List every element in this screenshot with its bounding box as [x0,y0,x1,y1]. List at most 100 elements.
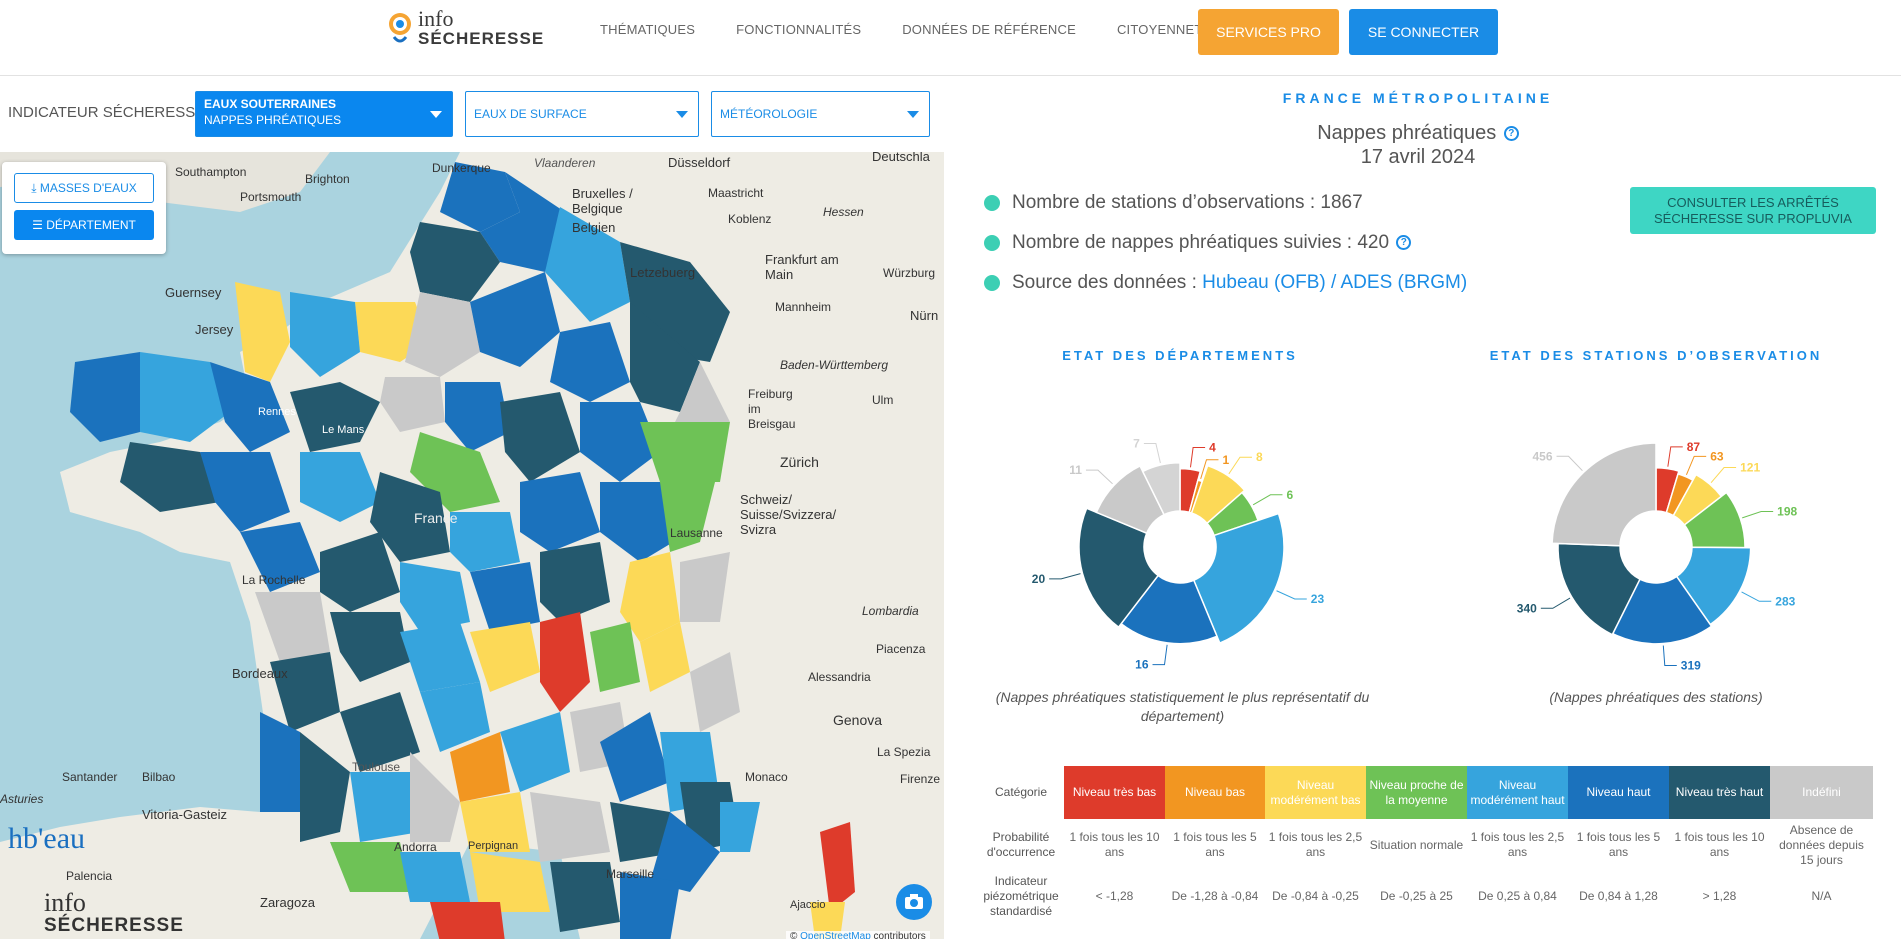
legend-probability-cell: Absence de données depuis 15 jours [1779,822,1864,867]
map-label-asturies: Asturies [0,792,44,806]
select-eaux-souterraines[interactable]: EAUX SOUTERRAINES NAPPES PHRÉATIQUES [195,91,453,137]
stat-nappes: Nombre de nappes phréatiques suivies : 4… [984,232,1412,254]
map-label-dusseldorf: Düsseldorf [668,155,731,170]
map-info-secheresse-logo: info SÉCHERESSE [10,890,184,936]
donut-value-label: 198 [1777,504,1797,518]
map-label-france: France [414,510,458,526]
donut-value-label: 4 [1209,441,1216,455]
map-label-perpignan: Perpignan [468,840,519,852]
department[interactable] [620,872,680,939]
donut-slice[interactable] [1551,442,1657,547]
ofb-link[interactable]: OFB [1280,272,1319,293]
map-label-la-rochelle: La Rochelle [242,573,306,587]
hubeau-link[interactable]: Hubeau [1202,272,1269,293]
caret-down-icon [430,111,442,118]
download-icon: ⤓ [31,180,40,195]
masses-deaux-button[interactable]: ⤓ MASSES D'EAUX [14,173,154,203]
legend-rowhead: Catégorie [994,785,1048,799]
department[interactable] [530,792,610,862]
donut-leader-line [1228,456,1252,475]
masses-deaux-label: MASSES D'EAUX [39,180,137,195]
legend-probability-cell: 1 fois tous les 5 ans [1173,830,1257,859]
map-label-vitoria: Vitoria-Gasteiz [142,807,228,822]
legend-ips-cell: De -0,25 à 25 [1380,888,1453,903]
propluvia-button[interactable]: CONSULTER LES ARRÊTÉS SÉCHERESSE SUR PRO… [1630,187,1876,234]
legend-probability-cell: 1 fois tous les 10 ans [1069,830,1160,859]
donut-value-label: 456 [1532,449,1552,463]
osm-attribution: © OpenStreetMap contributors [786,931,930,939]
map-label-schweiz: Schweiz/ Suisse/Svizzera/ Svizra [740,492,837,537]
donut-leader-line [1276,590,1307,600]
donut-leader-line [1685,455,1707,475]
map-label-piacenza: Piacenza [876,642,926,656]
select-3-label: MÉTÉOROLOGIE [720,107,818,121]
donut-value-label: 8 [1256,450,1263,464]
departements-donut-chart[interactable]: 41 8 6 23 16 20 11 7 [1020,395,1340,680]
legend-rowhead: Indicateur piézométrique standardisé [983,873,1059,918]
donut-value-label: 23 [1311,592,1325,606]
services-pro-button[interactable]: SERVICES PRO [1198,9,1339,55]
openstreetmap-link[interactable]: OpenStreetMap [800,931,871,939]
source-prefix: Source des données : [1012,272,1203,293]
map-label-le-mans: Le Mans [322,424,365,436]
select-1-line-2: NAPPES PHRÉATIQUES [204,113,342,127]
propluvia-line-1: CONSULTER LES ARRÊTÉS [1667,194,1839,210]
map-label-genova: Genova [833,712,883,728]
info-secheresse-logo[interactable]: info SÉCHERESSE [386,8,544,47]
caret-down-icon [676,111,688,118]
map-label-monaco: Monaco [745,770,788,784]
screenshot-camera-button[interactable] [896,884,932,920]
ades-link[interactable]: ADES [1341,272,1393,293]
stations-donut-chart[interactable]: 87 63 121 198 283 319 340 456 [1496,395,1816,680]
map-label-nurn: Nürn [910,308,939,323]
legend-row-ips: Indicateur piézométrique standardisé < -… [978,871,1873,921]
nav-fonctionnalites[interactable]: FONCTIONNALITÉS [736,22,861,37]
donut-value-label: 63 [1710,449,1724,463]
chart-title-departements: ETAT DES DÉPARTEMENTS [1062,348,1298,363]
map-view[interactable]: Southampton Brighton Portsmouth Guernsey… [0,152,944,939]
map-label-brighton: Brighton [305,172,350,186]
department[interactable] [350,772,420,842]
source-sep: ) / [1319,272,1341,293]
map-label-freiburg: Freiburg im Breisgau [748,387,796,431]
donut-leader-line [1049,573,1081,580]
nav-thematiques[interactable]: THÉMATIQUES [600,22,695,37]
map-label-baden: Baden-Württemberg [780,358,889,372]
map-label-guernsey: Guernsey [165,285,222,300]
donut-value-label: 16 [1135,658,1149,672]
legend-probability-cell: 1 fois tous les 5 ans [1576,830,1661,859]
legend-category-cell: Niveau modérément haut [1467,766,1568,819]
department[interactable] [70,352,140,442]
legend-ips-cell: N/A [1811,888,1832,903]
main-nav: THÉMATIQUES FONCTIONNALITÉS DONNÉES DE R… [600,22,1252,37]
select-meteorologie[interactable]: MÉTÉOROLOGIE [711,91,930,137]
map-label-lombardia: Lombardia [862,604,919,618]
source-paren-close: ) [1460,272,1468,293]
map-label-mannheim: Mannheim [775,300,832,314]
donut-value-label: 6 [1286,488,1293,502]
select-eaux-de-surface[interactable]: EAUX DE SURFACE [465,91,699,137]
map-label-dunkerque: Dunkerque [432,161,491,175]
attribution-suffix: contributors [873,931,926,939]
donut-leader-line [1662,645,1677,666]
stat-nappes-text: Nombre de nappes phréatiques suivies : 4… [1012,232,1390,253]
departement-button[interactable]: ☰ DÉPARTEMENT [14,210,154,240]
donut-value-label: 283 [1775,594,1795,608]
legend-row-probability: Probabilité d'occurrence 1 fois tous les… [978,819,1873,871]
se-connecter-button[interactable]: SE CONNECTER [1349,9,1498,55]
map-label-palencia: Palencia [66,869,113,883]
donut-leader-line [1085,469,1113,485]
indicator-label: INDICATEUR SÉCHERESSE : [8,104,214,121]
map-layer-panel: ⤓ MASSES D'EAUX ☰ DÉPARTEMENT [2,162,166,254]
stat-stations: Nombre de stations d’observations : 1867 [984,192,1363,214]
brgm-link[interactable]: BRGM [1404,272,1461,293]
department[interactable] [400,852,470,902]
help-icon[interactable]: ? [1503,126,1519,142]
help-icon[interactable]: ? [1396,235,1412,251]
legend-probability-cell: 1 fois tous les 10 ans [1674,830,1765,859]
nav-donnees-reference[interactable]: DONNÉES DE RÉFÉRENCE [902,22,1076,37]
map-label-jersey: Jersey [195,322,234,337]
donut-leader-line [1152,644,1168,666]
department[interactable] [430,902,505,939]
donut-value-label: 7 [1133,437,1140,451]
